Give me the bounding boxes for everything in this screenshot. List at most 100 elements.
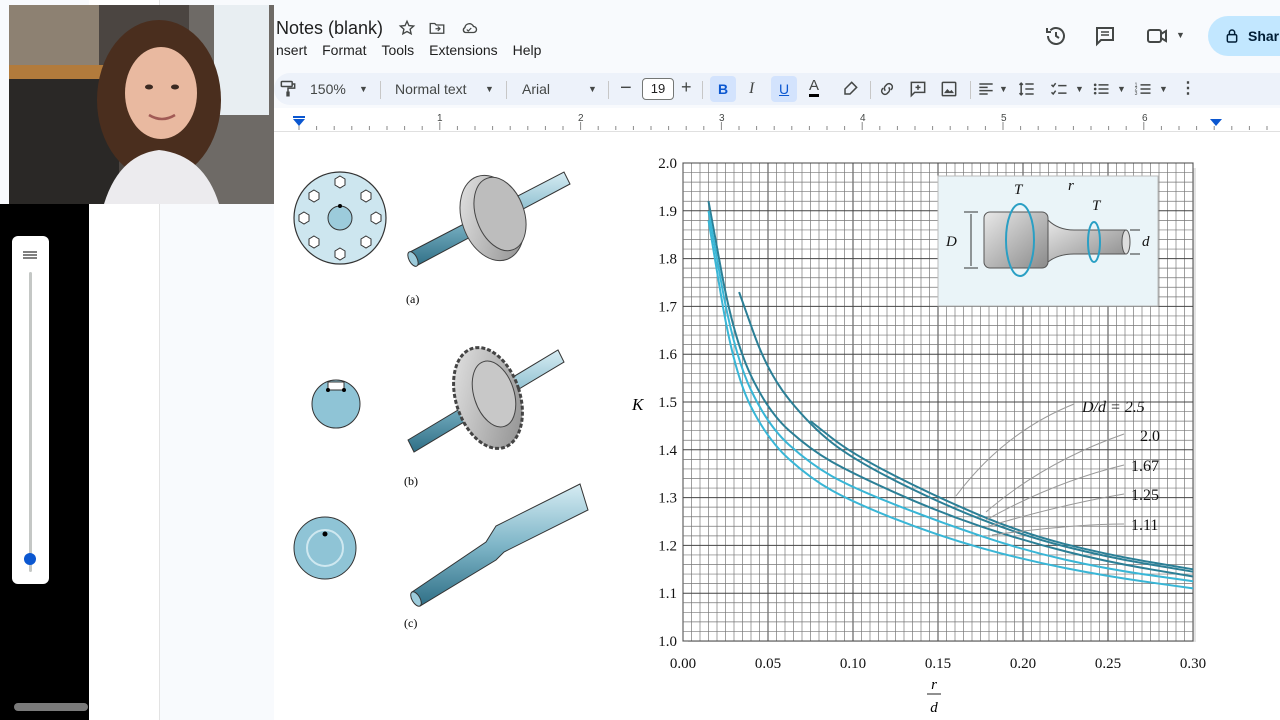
legend-label-25: D/d = 2.5 bbox=[1081, 399, 1145, 416]
checklist-dropdown-icon[interactable]: ▼ bbox=[1075, 84, 1084, 94]
x-tick-label: 0.20 bbox=[1010, 656, 1036, 672]
left-indent-marker[interactable] bbox=[293, 119, 305, 126]
meet-dropdown-icon[interactable]: ▼ bbox=[1176, 30, 1185, 40]
menu-format[interactable]: Format bbox=[322, 42, 366, 58]
menu-bar: nsert Format Tools Extensions Help bbox=[276, 42, 556, 58]
meet-video-icon[interactable] bbox=[1145, 24, 1169, 48]
x-tick-label: 0.15 bbox=[925, 656, 951, 672]
menu-help[interactable]: Help bbox=[513, 42, 542, 58]
font-dropdown-icon[interactable]: ▼ bbox=[588, 84, 597, 94]
move-folder-icon[interactable] bbox=[428, 19, 446, 37]
checklist-icon[interactable] bbox=[1049, 79, 1069, 99]
y-tick-label: 1.3 bbox=[658, 491, 677, 507]
document-page[interactable]: (a) (b) (c) 1.0 1.1 1.2 1.3 1.4 1.5 1.6 … bbox=[274, 132, 1280, 720]
x-tick-label: 0.30 bbox=[1180, 656, 1206, 672]
zoom-select[interactable]: 150% bbox=[310, 81, 346, 97]
line-spacing-icon[interactable] bbox=[1017, 79, 1037, 99]
inset-shaft-diagram: T r T D d bbox=[937, 175, 1159, 307]
style-dropdown-icon[interactable]: ▼ bbox=[485, 84, 494, 94]
toolbar-divider bbox=[608, 81, 609, 99]
x-axis-label-d: d bbox=[930, 700, 938, 716]
font-size-input[interactable]: 19 bbox=[642, 78, 674, 100]
toolbar-divider bbox=[506, 81, 507, 99]
ruler-mark: 1 bbox=[437, 113, 443, 124]
y-tick-label: 1.1 bbox=[658, 586, 677, 602]
stepped-shaft-illustration bbox=[410, 483, 589, 607]
ruler-mark: 3 bbox=[719, 113, 725, 124]
italic-icon[interactable]: I bbox=[749, 80, 754, 98]
ruler-mark: 5 bbox=[1001, 113, 1007, 124]
right-indent-marker[interactable] bbox=[1210, 119, 1222, 126]
bold-icon: B bbox=[718, 81, 729, 97]
y-tick-label: 1.6 bbox=[658, 347, 677, 363]
version-history-icon[interactable] bbox=[1044, 24, 1068, 48]
insert-link-icon[interactable] bbox=[877, 79, 897, 99]
gear-shaft-illustration bbox=[407, 346, 565, 453]
font-select[interactable]: Arial bbox=[522, 81, 550, 97]
numbered-list-icon[interactable]: 123 bbox=[1133, 79, 1153, 99]
y-tick-label: 1.7 bbox=[658, 299, 677, 315]
lock-icon bbox=[1226, 29, 1238, 43]
y-axis-label: K bbox=[631, 395, 645, 414]
inset-label: r bbox=[1068, 178, 1074, 194]
flange-shaft-illustration bbox=[407, 171, 571, 267]
y-tick-label: 1.2 bbox=[658, 538, 677, 554]
style-select[interactable]: Normal text bbox=[395, 81, 467, 97]
fillet-disc-illustration bbox=[293, 516, 357, 580]
legend-label-111: 1.11 bbox=[1131, 517, 1158, 534]
paint-format-icon[interactable] bbox=[278, 79, 298, 99]
bullet-dropdown-icon[interactable]: ▼ bbox=[1117, 84, 1126, 94]
caption-c: (c) bbox=[404, 616, 417, 630]
x-tick-label: 0.05 bbox=[755, 656, 781, 672]
stress-concentration-chart: 1.0 1.1 1.2 1.3 1.4 1.5 1.6 1.7 1.8 1.9 2.0 0.00 0.… bbox=[631, 156, 1206, 716]
document-title[interactable]: Notes (blank) bbox=[276, 18, 383, 39]
add-comment-icon[interactable] bbox=[908, 79, 928, 99]
bulleted-list-icon[interactable] bbox=[1091, 79, 1111, 99]
underline-icon: U bbox=[779, 81, 790, 97]
inset-label: D bbox=[945, 234, 957, 250]
align-left-icon[interactable] bbox=[976, 79, 996, 99]
decrease-font-size-icon[interactable]: − bbox=[620, 77, 632, 100]
grip-icon bbox=[23, 251, 37, 259]
y-tick-label: 1.8 bbox=[658, 252, 677, 268]
menu-tools[interactable]: Tools bbox=[381, 42, 414, 58]
ruler-mark: 6 bbox=[1142, 113, 1148, 124]
menu-insert[interactable]: nsert bbox=[276, 42, 307, 58]
webcam-overlay bbox=[9, 5, 274, 204]
x-tick-label: 0.25 bbox=[1095, 656, 1121, 672]
y-tick-label: 1.0 bbox=[658, 634, 677, 650]
slider-track bbox=[29, 272, 32, 572]
star-icon[interactable] bbox=[398, 19, 416, 37]
toolbar: 150% ▼ Normal text ▼ Arial ▼ − 19 + B I … bbox=[274, 73, 1280, 105]
cloud-status-icon[interactable] bbox=[460, 19, 478, 37]
x-tick-label: 0.10 bbox=[840, 656, 866, 672]
caption-b: (b) bbox=[404, 474, 418, 488]
share-label: Shar bbox=[1248, 28, 1280, 44]
slider-thumb[interactable] bbox=[24, 553, 36, 565]
flange-disc-illustration bbox=[293, 171, 387, 265]
keyway-disc-illustration bbox=[311, 379, 361, 429]
zoom-dropdown-icon[interactable]: ▼ bbox=[359, 84, 368, 94]
menu-extensions[interactable]: Extensions bbox=[429, 42, 497, 58]
horizontal-scrollbar[interactable] bbox=[14, 703, 88, 711]
increase-font-size-icon[interactable]: + bbox=[681, 77, 692, 98]
ruler-mark: 2 bbox=[578, 113, 584, 124]
numbered-dropdown-icon[interactable]: ▼ bbox=[1159, 84, 1168, 94]
y-tick-label: 1.5 bbox=[658, 395, 677, 411]
y-tick-label: 1.4 bbox=[658, 443, 677, 459]
zoom-slider[interactable] bbox=[12, 236, 49, 584]
more-options-icon[interactable]: ⋮ bbox=[1180, 78, 1196, 98]
insert-image-icon[interactable] bbox=[939, 79, 959, 99]
share-button[interactable]: Shar bbox=[1208, 16, 1280, 56]
first-line-indent-marker[interactable] bbox=[293, 116, 305, 118]
legend-label-125: 1.25 bbox=[1131, 487, 1159, 504]
text-color-icon[interactable]: A bbox=[809, 78, 820, 97]
x-tick-label: 0.00 bbox=[670, 656, 696, 672]
comments-icon[interactable] bbox=[1093, 24, 1117, 48]
align-dropdown-icon[interactable]: ▼ bbox=[999, 84, 1008, 94]
ruler: 1 2 3 4 5 6 bbox=[274, 108, 1280, 132]
y-tick-label: 2.0 bbox=[658, 156, 677, 172]
toolbar-divider bbox=[870, 81, 871, 99]
inset-label: d bbox=[1142, 234, 1150, 250]
highlight-icon[interactable] bbox=[840, 79, 860, 99]
